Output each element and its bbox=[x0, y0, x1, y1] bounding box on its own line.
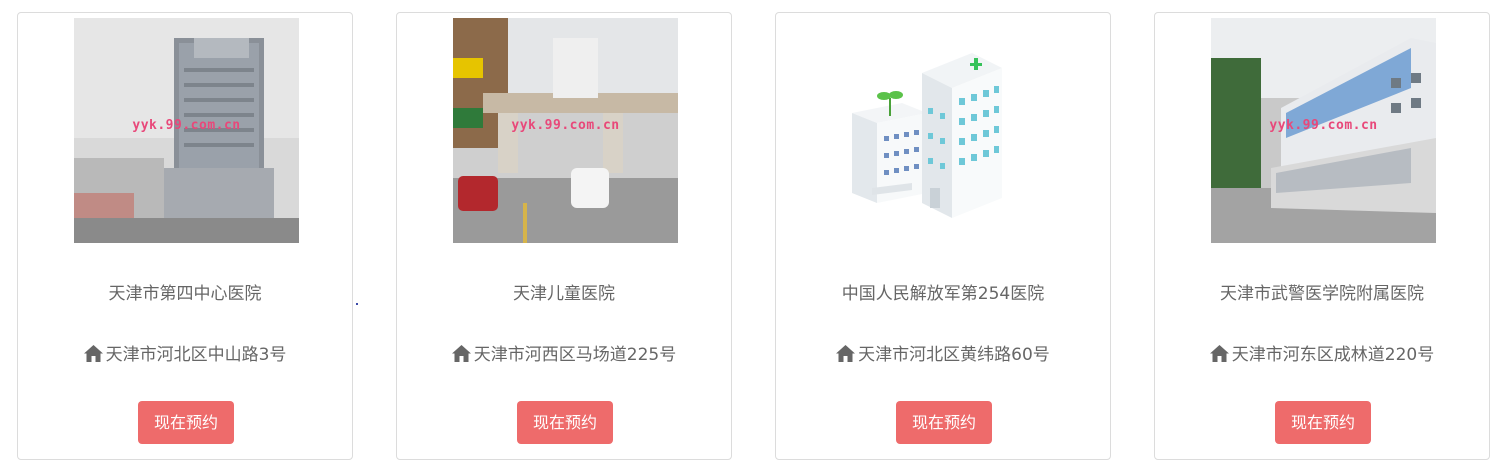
decorative-dot bbox=[356, 303, 358, 305]
hospital-name[interactable]: 天津儿童医院 bbox=[397, 279, 731, 304]
book-now-button[interactable]: 现在预约 bbox=[896, 401, 992, 444]
address-text: 天津市河北区黄纬路60号 bbox=[858, 345, 1050, 365]
home-icon bbox=[836, 345, 856, 362]
book-now-button[interactable]: 现在预约 bbox=[138, 401, 234, 444]
address-text: 天津市河西区马场道225号 bbox=[473, 345, 677, 365]
home-icon bbox=[451, 345, 471, 362]
home-icon bbox=[1209, 345, 1229, 362]
hospital-card: 中国人民解放军第254医院 天津市河北区黄纬路60号 现在预约 bbox=[775, 12, 1111, 460]
hospital-name[interactable]: 天津市第四中心医院 bbox=[18, 279, 352, 304]
photo-watermark: yyk.99.com.cn bbox=[132, 118, 241, 133]
hospital-card: yyk.99.com.cn 天津市武警医学院附属医院 天津市河东区成林道220号… bbox=[1154, 12, 1490, 460]
hospital-address: 天津市河西区马场道225号 bbox=[397, 340, 731, 365]
hospital-address: 天津市河东区成林道220号 bbox=[1155, 340, 1489, 365]
hospital-illustration[interactable] bbox=[832, 18, 1057, 243]
hospital-photo[interactable]: yyk.99.com.cn bbox=[453, 18, 678, 243]
address-text: 天津市河北区中山路3号 bbox=[105, 345, 287, 365]
photo-watermark: yyk.99.com.cn bbox=[511, 118, 620, 133]
hospital-name[interactable]: 中国人民解放军第254医院 bbox=[776, 279, 1110, 304]
book-now-button[interactable]: 现在预约 bbox=[517, 401, 613, 444]
hospital-photo[interactable]: yyk.99.com.cn bbox=[1211, 18, 1436, 243]
hospital-name[interactable]: 天津市武警医学院附属医院 bbox=[1155, 279, 1489, 304]
hospital-address: 天津市河北区黄纬路60号 bbox=[776, 340, 1110, 365]
hospital-card: yyk.99.com.cn 天津儿童医院 天津市河西区马场道225号 现在预约 bbox=[396, 12, 732, 460]
hospital-photo[interactable]: yyk.99.com.cn bbox=[74, 18, 299, 243]
hospital-card: yyk.99.com.cn 天津市第四中心医院 天津市河北区中山路3号 现在预约 bbox=[17, 12, 358, 460]
hospital-address: 天津市河北区中山路3号 bbox=[18, 340, 352, 365]
book-now-button[interactable]: 现在预约 bbox=[1275, 401, 1371, 444]
photo-watermark: yyk.99.com.cn bbox=[1269, 118, 1378, 133]
address-text: 天津市河东区成林道220号 bbox=[1231, 345, 1435, 365]
home-icon bbox=[83, 345, 103, 362]
